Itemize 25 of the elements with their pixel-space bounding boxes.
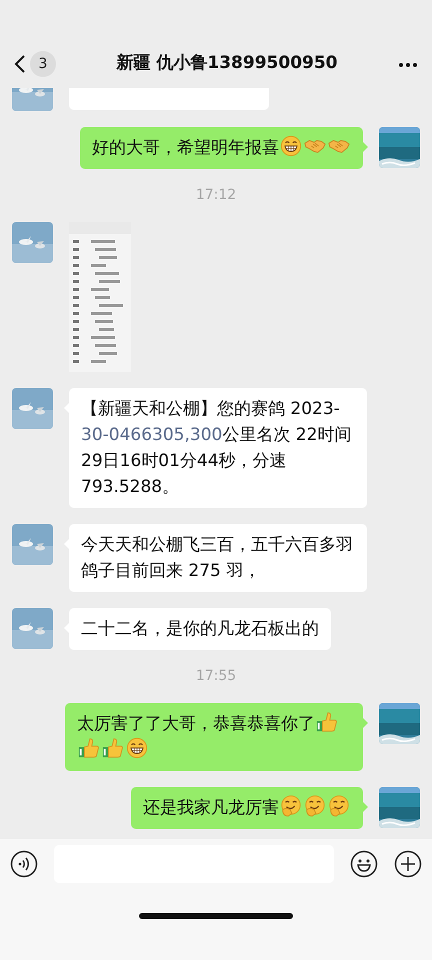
number-link[interactable]: 30-0466305,300 (81, 425, 222, 445)
voice-icon[interactable] (10, 850, 38, 878)
home-indicator[interactable] (139, 912, 293, 919)
chat-title: 新疆 仇小鲁13899500950 (115, 52, 339, 76)
grin-emoji-icon (126, 737, 148, 759)
message-text: 太厉害了了大哥，恭喜恭喜你了 (77, 714, 339, 760)
message-text: 【新疆天和公棚】您的赛鸽 2023- 30-0466305,300公里名次 22时间29日16时01分44秒，分速 793.5288。 (81, 399, 352, 497)
timestamp: 17:12 (196, 187, 236, 203)
thumbs-up-icon (78, 737, 100, 759)
giggle-emoji-icon (328, 795, 350, 817)
timestamp: 17:55 (196, 668, 236, 684)
giggle-emoji-icon (304, 795, 326, 817)
message-text: 好的大哥，希望明年报喜 (92, 138, 351, 158)
thumbs-up-icon (102, 737, 124, 759)
thumbs-up-icon (316, 711, 338, 733)
add-icon[interactable] (394, 850, 422, 878)
message-text: 还是我家凡龙厉害 (143, 798, 351, 818)
unread-count: 3 (30, 51, 56, 77)
giggle-emoji-icon (280, 795, 302, 817)
more-icon[interactable] (398, 62, 418, 68)
emoji-icon[interactable] (350, 850, 378, 878)
grin-emoji-icon (280, 135, 302, 157)
message-text: 今天天和公棚飞三百，五千六百多羽鸽子目前回来 275 羽， (81, 535, 353, 581)
back-icon[interactable] (14, 54, 26, 74)
message-text: 二十二名，是你的凡龙石板出的 (81, 619, 319, 639)
